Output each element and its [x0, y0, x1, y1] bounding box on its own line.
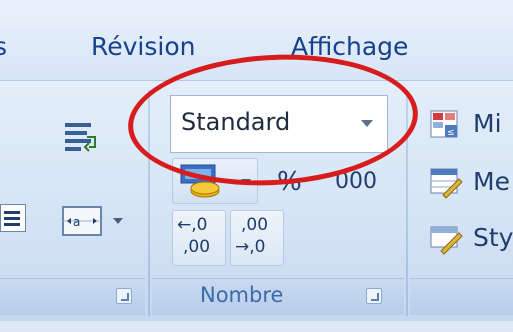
conditional-formatting-button[interactable]: ≤ Mi: [426, 102, 513, 146]
number-format-value: Standard: [181, 108, 291, 136]
format-as-table-button[interactable]: Me: [426, 160, 513, 204]
cell-styles-icon: [430, 226, 463, 255]
group-divider: [148, 90, 150, 316]
tab-revision[interactable]: Révision: [91, 32, 195, 61]
cell-styles-button[interactable]: Sty: [426, 216, 513, 260]
merge-center-icon: a: [62, 206, 102, 236]
styles-group-footer: [410, 278, 513, 315]
align-justify-icon: [4, 211, 20, 226]
chevron-down-icon: [361, 120, 373, 127]
group-divider: [406, 90, 408, 316]
decrease-decimal-bottom: →,0: [235, 237, 266, 257]
decrease-decimal-button[interactable]: ,00 →,0: [230, 210, 284, 266]
tab-partial[interactable]: s: [0, 32, 7, 61]
number-dialog-launcher-icon[interactable]: [366, 288, 382, 304]
format-as-table-label: Me: [473, 167, 510, 196]
alignment-dialog-launcher-icon[interactable]: [116, 288, 132, 304]
accounting-format-button[interactable]: [172, 158, 258, 204]
conditional-formatting-icon: ≤: [430, 110, 458, 138]
number-format-dropdown[interactable]: Standard: [170, 95, 388, 153]
percent-label: %: [277, 167, 302, 197]
comma-style-button[interactable]: 000: [326, 158, 386, 204]
number-group-label: Nombre: [200, 283, 284, 307]
decrease-decimal-top: ,00: [241, 215, 269, 235]
excel-ribbon-crop: s Révision Affichage a Standard % 000 ←,…: [0, 0, 513, 332]
increase-decimal-bottom: ,00: [183, 237, 211, 257]
format-as-table-icon: [430, 168, 463, 199]
percent-style-button[interactable]: %: [262, 158, 322, 204]
tab-affichage[interactable]: Affichage: [291, 32, 408, 61]
wrap-text-icon: [65, 123, 96, 152]
wrap-text-button[interactable]: [62, 118, 100, 156]
chevron-down-icon: [241, 179, 251, 185]
svg-text:≤: ≤: [447, 128, 455, 138]
align-icon-partial[interactable]: [0, 204, 26, 232]
ribbon-tab-bar: s Révision Affichage: [0, 0, 513, 88]
increase-decimal-button[interactable]: ←,0 ,00: [172, 210, 226, 266]
svg-text:a: a: [73, 215, 80, 229]
increase-decimal-top: ←,0: [177, 215, 208, 235]
merge-center-button[interactable]: a: [58, 200, 128, 242]
conditional-formatting-label: Mi: [473, 109, 502, 138]
thousands-label: 000: [335, 169, 377, 194]
cell-styles-label: Sty: [473, 223, 513, 252]
chevron-down-icon: [113, 218, 123, 224]
accounting-format-icon: [180, 164, 220, 198]
